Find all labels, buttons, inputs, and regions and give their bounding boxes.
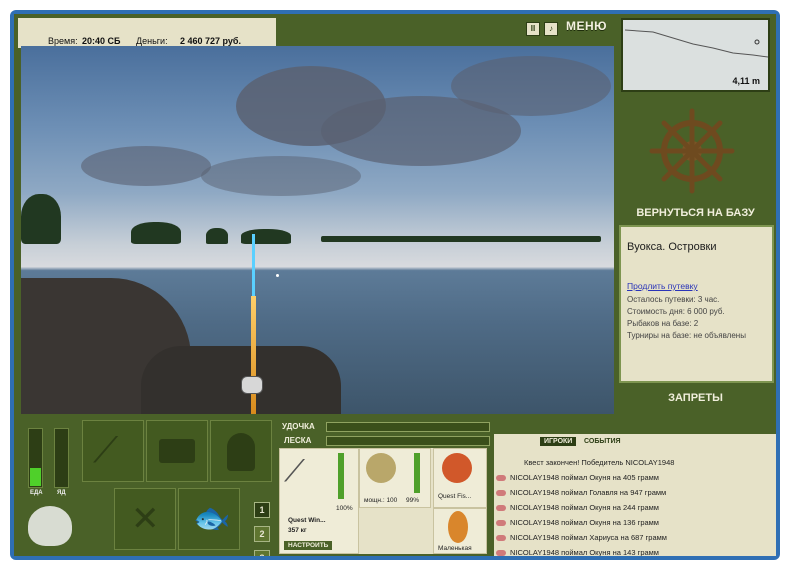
- game-window: Время: 20:40 СБ Деньги: 2 460 727 руб. I…: [14, 14, 776, 556]
- sound-icon[interactable]: ♪: [544, 22, 558, 36]
- pause-icon[interactable]: II: [526, 22, 540, 36]
- tree-line: [241, 229, 291, 244]
- reel-power: мощн.: 100: [364, 497, 398, 504]
- location-title: Вуокса. Островки: [627, 241, 717, 253]
- reel-image-icon: [366, 453, 396, 483]
- food-level-fill: [30, 468, 41, 486]
- fish-marker-icon: [496, 475, 506, 481]
- time-label: Время:: [48, 36, 78, 46]
- rod-percent: 100%: [336, 505, 353, 512]
- reel-icon: [241, 376, 263, 394]
- chat-panel: ИГРОКИ СОБЫТИЯ Квест закончен! Победител…: [494, 434, 776, 556]
- rod-weight: 357 кг: [288, 527, 307, 534]
- float-marker: [276, 274, 279, 277]
- tackle-box-icon: [159, 439, 195, 463]
- fishing-rod: [251, 296, 256, 414]
- rod-slot[interactable]: ⟋ 100% Quest Win... 357 кг НАСТРОИТЬ: [279, 448, 359, 554]
- location-info: Вуокса. Островки Продлить путевку Остало…: [619, 225, 774, 383]
- status-info-panel: Время: 20:40 СБ Деньги: 2 460 727 руб.: [16, 16, 278, 50]
- float-position-marker: [754, 39, 760, 45]
- tree-line: [131, 222, 181, 244]
- cloud: [81, 146, 211, 186]
- tackle-box-button[interactable]: [146, 420, 208, 482]
- slot-1-button[interactable]: 1: [254, 502, 270, 518]
- food-gauge: [28, 428, 43, 488]
- rods-button[interactable]: ⟋: [82, 420, 144, 482]
- rod-tension-label: УДОЧКА: [282, 422, 315, 431]
- depth-value: 4,11 m: [732, 76, 760, 86]
- poison-label: ЯД: [57, 490, 66, 496]
- line-tension-bar: [326, 436, 490, 446]
- chat-message-text: NICOLAY1948 поймал Окуня на 244 грамм: [510, 503, 659, 512]
- chat-message-text: Квест закончен! Победитель NICOLAY1948: [524, 458, 675, 467]
- fishing-scene[interactable]: [21, 46, 614, 414]
- line-name: Quest Fis...: [438, 493, 472, 500]
- fish-marker-icon: [496, 490, 506, 496]
- top-bar: Время: 20:40 СБ Деньги: 2 460 727 руб. I…: [14, 14, 614, 50]
- money-value: 2 460 727 руб.: [180, 36, 241, 46]
- line-tension-label: ЛЕСКА: [284, 436, 312, 445]
- menu-button[interactable]: МЕНЮ: [566, 19, 607, 33]
- day-cost-text: Стоимость дня: 6 000 руб.: [627, 307, 725, 316]
- line-spool-icon: [442, 453, 472, 483]
- angler-icon: [227, 433, 255, 471]
- remaining-text: Осталось путевки: 3 час.: [627, 295, 720, 304]
- rod-name: Quest Win...: [288, 517, 326, 524]
- fish-marker-icon: [496, 550, 506, 556]
- fish-marker-icon: [496, 520, 506, 526]
- tackle-panel: ⟋ 100% Quest Win... 357 кг НАСТРОИТЬ мощ…: [279, 448, 487, 554]
- food-button[interactable]: ✕: [114, 488, 176, 550]
- poison-gauge: [54, 428, 69, 488]
- fishers-text: Рыбаков на базе: 2: [627, 319, 699, 328]
- food-label: ЕДА: [30, 490, 43, 496]
- fish-icon: 🐟: [193, 502, 231, 535]
- rod-icon: ⟋: [93, 429, 119, 470]
- line-slot[interactable]: Quest Fis...: [433, 448, 487, 508]
- cloud: [201, 156, 361, 196]
- cauldron-icon[interactable]: [28, 506, 72, 546]
- tournaments-text: Турниры на базе: не объявлены: [627, 331, 746, 340]
- fish-cage-button[interactable]: 🐟: [178, 488, 240, 550]
- helm-icon[interactable]: [649, 108, 735, 194]
- chat-message-text: NICOLAY1948 поймал Хариуса на 687 грамм: [510, 533, 667, 542]
- depth-chart: 4,11 m: [621, 18, 770, 92]
- time-value: 20:40 СБ: [82, 36, 121, 46]
- chat-message-text: NICOLAY1948 поймал Голавля на 947 грамм: [510, 488, 667, 497]
- reel-slot[interactable]: мощн.: 100 99%: [359, 448, 431, 508]
- tree-line: [321, 236, 601, 242]
- chat-message-text: NICOLAY1948 поймал Окуня на 405 грамм: [510, 473, 659, 482]
- reel-condition-bar: [414, 453, 420, 493]
- rod-image-icon: ⟋: [284, 455, 305, 488]
- fork-knife-icon: ✕: [131, 500, 160, 538]
- configure-button[interactable]: НАСТРОИТЬ: [284, 541, 333, 550]
- slot-2-button[interactable]: 2: [254, 526, 270, 542]
- bans-button[interactable]: ЗАПРЕТЫ: [617, 392, 774, 404]
- lure-icon: [448, 511, 468, 543]
- reel-percent: 99%: [406, 497, 420, 504]
- cloud: [451, 56, 611, 116]
- slot-3-button[interactable]: 3: [254, 550, 270, 556]
- chat-message-text: NICOLAY1948 поймал Окуня на 136 грамм: [510, 518, 659, 527]
- extend-permit-link[interactable]: Продлить путевку: [627, 281, 698, 291]
- tab-events[interactable]: СОБЫТИЯ: [584, 438, 621, 445]
- fish-marker-icon: [496, 505, 506, 511]
- angler-button[interactable]: [210, 420, 272, 482]
- rod-tension-bar: [326, 422, 490, 432]
- tab-players[interactable]: ИГРОКИ: [540, 437, 577, 446]
- money-label: Деньги:: [136, 36, 168, 46]
- lure-slot[interactable]: Маленькая: [433, 508, 487, 554]
- fish-marker-icon: [496, 535, 506, 541]
- chat-message-text: NICOLAY1948 поймал Окуня на 143 грамм: [510, 548, 659, 556]
- tree-line: [21, 194, 61, 244]
- lure-name: Маленькая: [438, 545, 472, 552]
- rod-condition-bar: [338, 453, 344, 499]
- return-to-base-button[interactable]: ВЕРНУТЬСЯ НА БАЗУ: [617, 207, 774, 219]
- tree-line: [206, 228, 228, 244]
